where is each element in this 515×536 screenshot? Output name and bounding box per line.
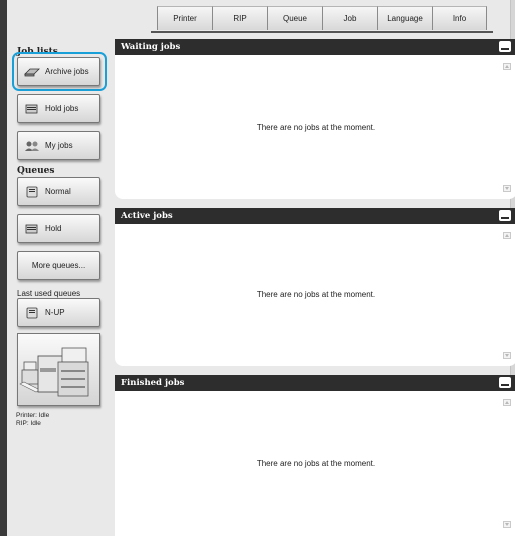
my-jobs-button[interactable]: My jobs [17, 131, 100, 160]
more-queues-label: More queues... [31, 261, 86, 270]
printer-button[interactable] [17, 333, 100, 406]
nup-queue-button[interactable]: N-UP [17, 298, 100, 327]
waiting-scroll-up[interactable] [503, 63, 511, 70]
active-scroll-up[interactable] [503, 232, 511, 239]
last-used-queues-label: Last used queues [17, 289, 81, 298]
active-jobs-panel: Active jobs There are no jobs at the mom… [115, 208, 515, 366]
archive-icon [24, 66, 40, 78]
queue-icon [24, 186, 40, 198]
finished-jobs-header: Finished jobs [115, 375, 515, 391]
top-tab-bar: Printer RIP Queue Job Language Info [151, 6, 493, 33]
active-minimize-button[interactable] [499, 210, 511, 221]
printer-icon [19, 347, 89, 397]
printer-status: Printer: Idle [16, 412, 50, 419]
active-jobs-title: Active jobs [121, 211, 173, 221]
hold-queue-button[interactable]: Hold [17, 214, 100, 243]
normal-queue-button[interactable]: Normal [17, 177, 100, 206]
left-border [0, 0, 7, 536]
tab-rip[interactable]: RIP [212, 6, 267, 30]
users-icon [24, 140, 40, 152]
active-jobs-header: Active jobs [115, 208, 515, 224]
hold-icon [24, 103, 40, 115]
normal-label: Normal [45, 187, 71, 196]
waiting-empty-message: There are no jobs at the moment. [256, 123, 376, 132]
more-queues-button[interactable]: More queues... [17, 251, 100, 280]
nup-queue-icon [24, 307, 40, 319]
active-empty-message: There are no jobs at the moment. [256, 290, 376, 299]
finished-jobs-title: Finished jobs [121, 378, 185, 388]
my-jobs-label: My jobs [45, 141, 73, 150]
finished-empty-message: There are no jobs at the moment. [256, 459, 376, 468]
waiting-scroll-down[interactable] [503, 185, 511, 192]
hold-jobs-label: Hold jobs [45, 104, 79, 113]
archive-jobs-button[interactable]: Archive jobs [17, 57, 100, 86]
rip-status: RIP: Idle [16, 420, 41, 427]
hold-jobs-button[interactable]: Hold jobs [17, 94, 100, 123]
archive-jobs-label: Archive jobs [45, 67, 89, 76]
tab-queue[interactable]: Queue [267, 6, 322, 30]
finished-jobs-panel: Finished jobs There are no jobs at the m… [115, 375, 515, 536]
waiting-jobs-panel: Waiting jobs There are no jobs at the mo… [115, 39, 515, 199]
hold-queue-icon [24, 223, 40, 235]
finished-minimize-button[interactable] [499, 377, 511, 388]
tab-info[interactable]: Info [432, 6, 487, 30]
finished-scroll-up[interactable] [503, 399, 511, 406]
waiting-minimize-button[interactable] [499, 41, 511, 52]
finished-scroll-down[interactable] [503, 521, 511, 528]
waiting-jobs-title: Waiting jobs [121, 42, 181, 52]
tab-job[interactable]: Job [322, 6, 377, 30]
hold-label: Hold [45, 224, 62, 233]
nup-label: N-UP [45, 308, 65, 317]
waiting-jobs-header: Waiting jobs [115, 39, 515, 55]
tab-language[interactable]: Language [377, 6, 432, 30]
active-scroll-down[interactable] [503, 352, 511, 359]
tab-printer[interactable]: Printer [157, 6, 212, 30]
queues-title: Queues [17, 166, 55, 176]
